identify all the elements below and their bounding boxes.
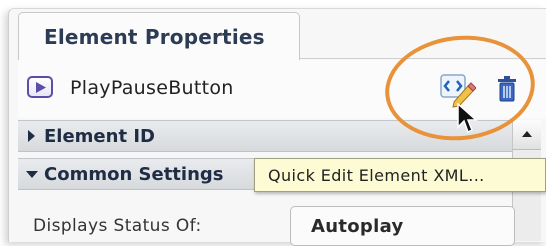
tooltip-text: Quick Edit Element XML... — [268, 166, 485, 185]
section-label: Common Settings — [44, 164, 224, 185]
chevron-right-icon — [28, 130, 35, 142]
chevron-down-icon — [26, 171, 38, 178]
tab-label: Element Properties — [44, 25, 265, 49]
property-label: Displays Status Of: — [33, 216, 202, 236]
status-select-value: Autoplay — [311, 216, 404, 237]
scroll-up-button[interactable] — [513, 120, 541, 150]
mouse-cursor-icon — [456, 102, 480, 135]
tab-element-properties[interactable]: Element Properties — [18, 12, 300, 60]
section-label: Element ID — [44, 126, 155, 147]
play-icon — [27, 76, 53, 98]
element-name: PlayPauseButton — [70, 77, 234, 99]
status-select[interactable]: Autoplay — [290, 206, 515, 246]
tooltip: Quick Edit Element XML... — [254, 158, 546, 192]
